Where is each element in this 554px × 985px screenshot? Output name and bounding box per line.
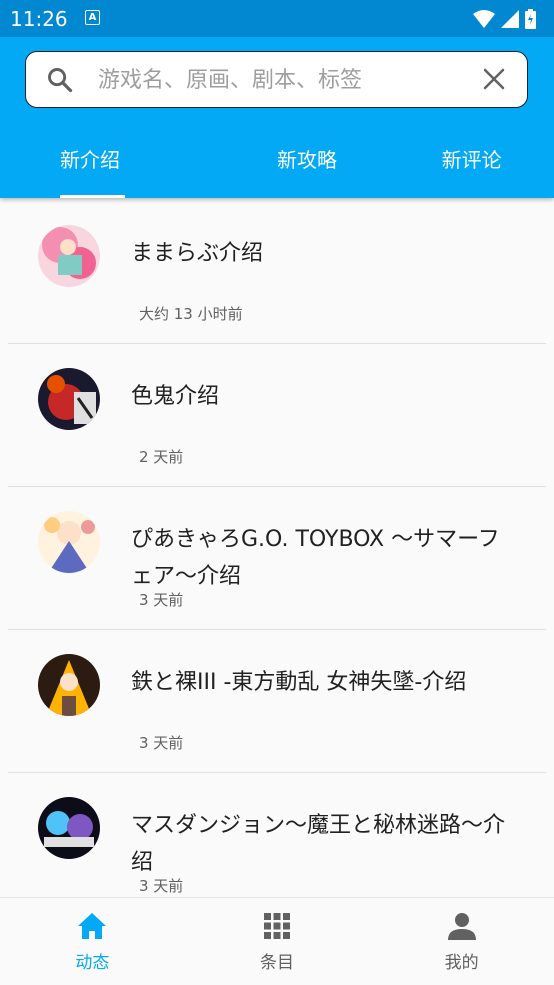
avatar (38, 654, 100, 716)
nav-label: 我的 (444, 953, 479, 973)
avatar (38, 225, 100, 287)
status-bar: 11:26 A (0, 0, 554, 37)
item-title: ぴあきゃろG.O. TOYBOX ～サマーフェア～介绍 (131, 527, 500, 589)
list-item[interactable]: 色鬼介绍 2 天前 (8, 344, 546, 487)
tab-new-review[interactable]: 新评论 (389, 137, 554, 198)
wifi-icon (473, 10, 495, 28)
avatar (38, 797, 100, 859)
item-title: マスダンジョン～魔王と秘林迷路～介绍 (131, 813, 506, 875)
item-title: 色鬼介绍 (131, 384, 220, 409)
tab-new-intro[interactable]: 新介绍 (0, 137, 225, 198)
bottom-nav: 动态 条目 我的 (0, 897, 554, 985)
avatar (38, 368, 100, 430)
tab-bar: 新介绍 新攻略 新评论 (0, 137, 554, 198)
nav-activity[interactable]: 动态 (0, 898, 185, 985)
search-icon[interactable] (46, 66, 74, 94)
nav-label: 动态 (75, 953, 110, 973)
feed-list: ままらぶ介绍 大约 13 小时前 色鬼介绍 2 天前 ぴあきゃろG.O. TOY… (0, 201, 554, 916)
item-title: 鉄と裸III -東方動乱 女神失墜-介绍 (131, 670, 467, 695)
item-time: 3 天前 (139, 877, 184, 895)
nav-label: 条目 (260, 953, 294, 973)
list-item[interactable]: ままらぶ介绍 大约 13 小时前 (8, 201, 546, 344)
search-input[interactable] (96, 62, 460, 98)
list-item[interactable]: 鉄と裸III -東方動乱 女神失墜-介绍 3 天前 (8, 630, 546, 773)
item-time: 大约 13 小时前 (139, 305, 243, 323)
item-time: 2 天前 (139, 448, 184, 466)
nav-entries[interactable]: 条目 (185, 898, 370, 985)
list-item[interactable]: ぴあきゃろG.O. TOYBOX ～サマーフェア～介绍 3 天前 (8, 487, 546, 630)
app-bar: 新介绍 新攻略 新评论 (0, 37, 554, 198)
nav-mine[interactable]: 我的 (369, 898, 554, 985)
grid-icon (264, 913, 290, 939)
notification-icon: A (85, 10, 100, 25)
close-icon[interactable] (483, 68, 505, 90)
item-time: 3 天前 (139, 591, 184, 609)
list-item[interactable]: マスダンジョン～魔王と秘林迷路～介绍 3 天前 (8, 773, 546, 916)
battery-icon (525, 9, 536, 29)
item-title: ままらぶ介绍 (131, 241, 264, 266)
home-icon (78, 913, 107, 939)
status-icons (473, 9, 536, 29)
person-icon (447, 913, 476, 940)
avatar (38, 511, 100, 573)
tab-new-guide[interactable]: 新攻略 (225, 137, 390, 198)
search-bar (25, 51, 528, 108)
status-time: 11:26 (10, 7, 68, 31)
signal-icon (501, 10, 519, 28)
item-time: 3 天前 (139, 734, 184, 752)
